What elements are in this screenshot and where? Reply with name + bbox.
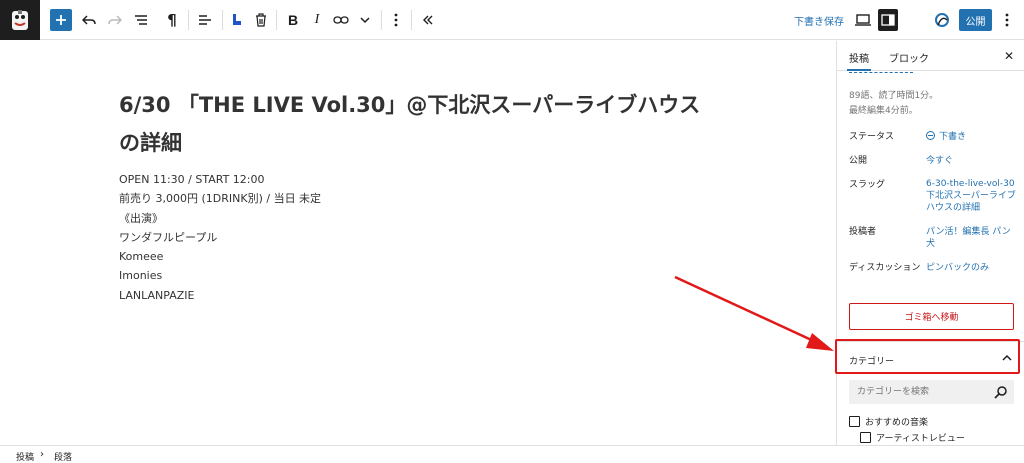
- editor-canvas[interactable]: 6/30 「THE LIVE Vol.30」@下北沢スーパーライブハウスの詳細 …: [0, 41, 836, 445]
- editor-toolbar: ¶ B I 下書き保存 公開: [0, 0, 1024, 40]
- toolbar-divider: [381, 10, 382, 30]
- settings-sidebar: 89語、読了時間1分。 最終編集4分前。 ステータス 下書き 公開 今すぐ スラ…: [836, 41, 1024, 445]
- sidebar-icon: [881, 14, 895, 26]
- plugin-icon: [935, 13, 949, 27]
- status-text: 下書き: [939, 132, 967, 142]
- link-button[interactable]: [331, 9, 351, 31]
- preview-button[interactable]: [853, 9, 873, 31]
- paragraph-block[interactable]: 《出演》: [119, 209, 321, 228]
- tab-post[interactable]: 投稿: [847, 50, 871, 71]
- desktop-icon: [855, 14, 871, 26]
- more-vertical-icon: [1005, 13, 1009, 27]
- sidebar-tabs: 投稿 ブロック ✕: [837, 41, 1024, 71]
- more-vertical-icon: [394, 13, 398, 27]
- status-label: ステータス: [849, 132, 895, 142]
- paragraph-block[interactable]: LANLANPAZIE: [119, 286, 321, 305]
- post-title[interactable]: 6/30 「THE LIVE Vol.30」@下北沢スーパーライブハウスの詳細: [119, 86, 719, 162]
- breadcrumb-item: 段落: [54, 453, 73, 463]
- paragraph-block[interactable]: OPEN 11:30 / START 12:00: [119, 170, 321, 189]
- block-options-button[interactable]: [388, 9, 404, 31]
- category-option[interactable]: おすすめの音楽: [849, 415, 928, 428]
- toolbar-divider: [411, 10, 412, 30]
- publish-label: 公開: [849, 156, 868, 166]
- trash-icon: [256, 13, 266, 27]
- chevron-down-icon: [360, 17, 370, 24]
- more-rich-text-button[interactable]: [357, 9, 373, 31]
- last-edited: 最終編集4分前。: [849, 106, 918, 116]
- breadcrumb-item[interactable]: 投稿: [16, 450, 34, 463]
- plugin-button[interactable]: [228, 9, 246, 31]
- close-icon[interactable]: ✕: [1003, 50, 1015, 62]
- category-checkbox[interactable]: [860, 432, 871, 443]
- paragraph-block[interactable]: 前売り 3,000円 (1DRINK別) / 当日 未定: [119, 189, 321, 208]
- paragraph-block[interactable]: Imonies: [119, 266, 321, 285]
- word-count: 89語、読了時間1分。: [849, 91, 939, 101]
- chevron-right-icon: ›: [40, 449, 44, 460]
- chevron-double-left-icon: [423, 15, 433, 25]
- toolbar-divider: [276, 10, 277, 30]
- discussion-label: ディスカッション: [849, 263, 921, 273]
- chevron-up-icon: [1002, 354, 1012, 361]
- plugin-logo-icon: [233, 14, 241, 25]
- document-overview-button[interactable]: [132, 9, 150, 31]
- delete-block-button[interactable]: [252, 9, 270, 31]
- link-icon: [333, 16, 349, 24]
- author-label: 投稿者: [849, 227, 877, 237]
- post-content[interactable]: OPEN 11:30 / START 12:00 前売り 3,000円 (1DR…: [119, 170, 321, 305]
- italic-button[interactable]: I: [308, 9, 326, 31]
- mascot-icon: [12, 10, 28, 30]
- category-option-label: アーティストレビュー: [876, 434, 965, 444]
- paragraph-block[interactable]: ワンダフルピープル: [119, 228, 321, 247]
- list-view-icon: [135, 15, 147, 25]
- options-menu-button[interactable]: [1000, 9, 1014, 31]
- align-left-icon: [199, 15, 211, 25]
- paragraph-block-button[interactable]: ¶: [163, 9, 181, 31]
- status-value[interactable]: 下書き: [926, 131, 1018, 143]
- settings-toggle-button[interactable]: [878, 9, 898, 31]
- tab-block[interactable]: ブロック: [889, 50, 929, 65]
- redo-button[interactable]: [106, 9, 124, 31]
- category-panel-title: カテゴリー: [849, 357, 895, 367]
- redo-icon: [108, 15, 122, 25]
- italic-icon: I: [314, 12, 320, 27]
- align-button[interactable]: [196, 9, 214, 31]
- pilcrow-icon: ¶: [167, 11, 177, 29]
- category-checkbox[interactable]: [849, 416, 860, 427]
- undo-button[interactable]: [80, 9, 98, 31]
- undo-icon: [82, 15, 96, 25]
- block-inserter-button[interactable]: [50, 9, 72, 31]
- slug-value[interactable]: 6-30-the-live-vol-30 下北沢スーパーライブハウスの詳細: [926, 178, 1018, 214]
- bold-icon: B: [287, 12, 299, 28]
- slug-label: スラッグ: [849, 180, 886, 190]
- move-to-trash-button[interactable]: ゴミ箱へ移動: [849, 303, 1014, 330]
- block-breadcrumb: 投稿 › 段落: [0, 445, 1024, 463]
- save-draft-button[interactable]: 下書き保存: [794, 13, 844, 28]
- paragraph-block[interactable]: Komeee: [119, 247, 321, 266]
- bold-button[interactable]: B: [284, 9, 302, 31]
- author-value[interactable]: パン活！編集長 パン犬: [926, 226, 1018, 250]
- category-option-label: おすすめの音楽: [865, 418, 929, 428]
- collapse-toolbar-button[interactable]: [419, 9, 437, 31]
- publish-date-value[interactable]: 今すぐ: [926, 155, 1018, 167]
- draft-status-icon: [926, 131, 935, 140]
- site-logo[interactable]: [0, 0, 40, 40]
- publish-button[interactable]: 公開: [959, 9, 992, 31]
- plugin-toolbar-button[interactable]: [932, 9, 952, 31]
- toolbar-divider: [222, 10, 223, 30]
- category-search-input[interactable]: [849, 380, 1014, 404]
- category-option[interactable]: アーティストレビュー: [860, 431, 965, 444]
- discussion-value[interactable]: ピンバックのみ: [926, 262, 1018, 274]
- category-panel-header[interactable]: カテゴリー: [837, 341, 1024, 375]
- plus-icon: [56, 15, 66, 25]
- scrolled-link-remnant: [849, 70, 913, 73]
- search-icon: [994, 386, 1007, 399]
- toolbar-divider: [188, 10, 189, 30]
